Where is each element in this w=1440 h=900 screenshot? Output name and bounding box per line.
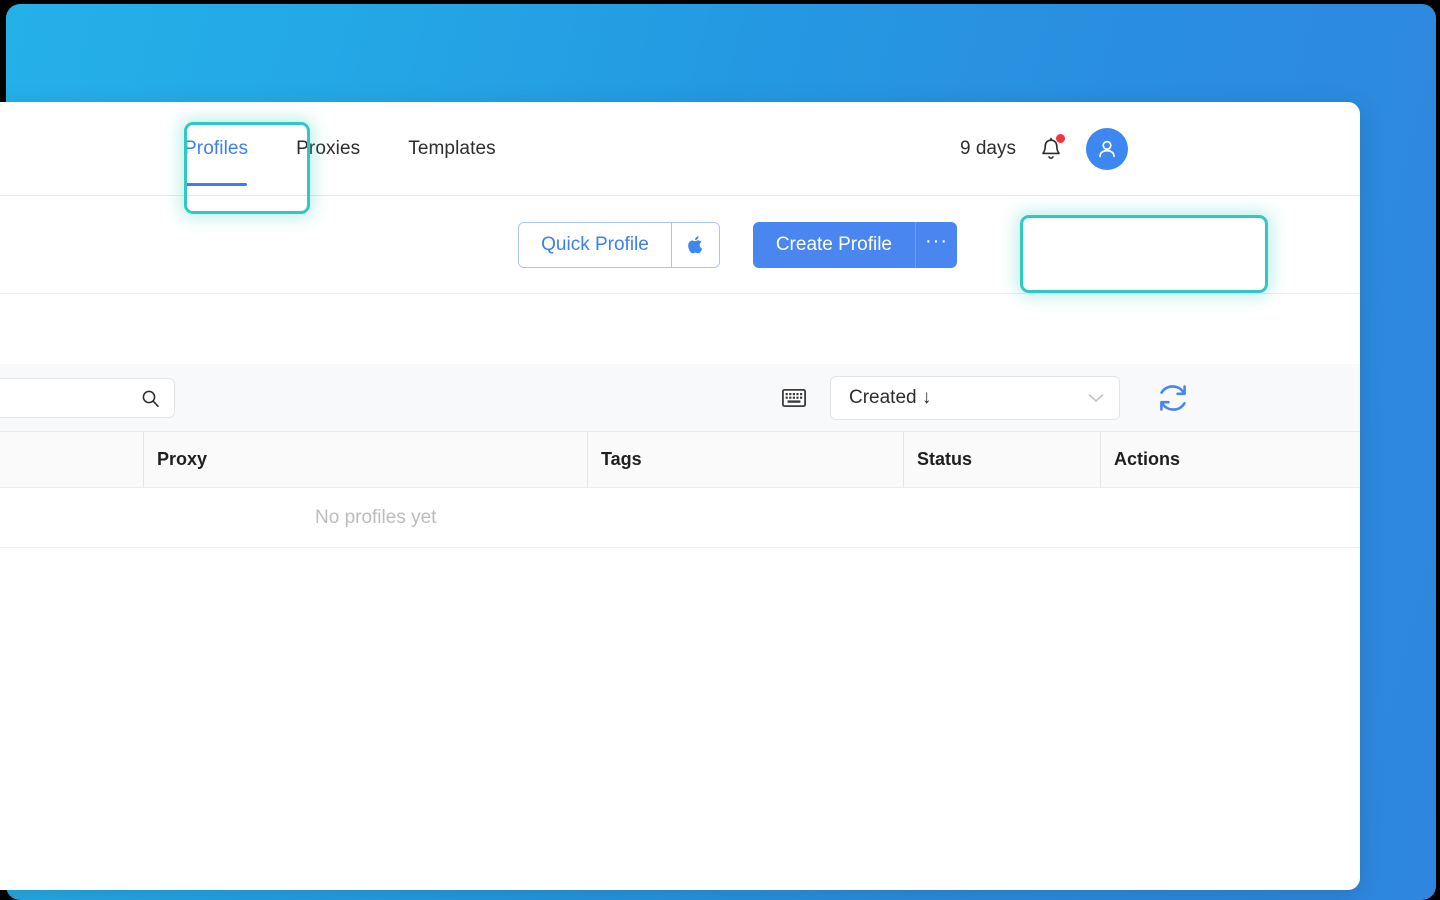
tab-proxies-label: Proxies xyxy=(296,137,361,159)
notification-badge-dot xyxy=(1056,134,1065,143)
table-header-cell-status[interactable]: Status xyxy=(903,432,1100,487)
tag-filter-row: t tags xyxy=(0,294,1360,364)
search-box[interactable] xyxy=(0,378,175,418)
action-button-group: Quick Profile Create Profile ··· xyxy=(518,222,957,268)
table-header-cell-blank xyxy=(0,432,143,487)
table-header: Proxy Tags Status Actions xyxy=(0,432,1360,488)
tab-profiles-label: Profiles xyxy=(184,137,249,159)
empty-state-message: No profiles yet xyxy=(315,506,437,528)
quick-profile-button[interactable]: Quick Profile xyxy=(519,223,671,267)
apple-icon xyxy=(688,236,702,254)
tab-templates-label: Templates xyxy=(408,137,496,159)
sort-select[interactable]: Created ↓ xyxy=(830,376,1120,420)
table-header-cell-actions[interactable]: Actions xyxy=(1100,432,1280,487)
refresh-icon xyxy=(1160,385,1186,411)
table-header-cell-proxy[interactable]: Proxy xyxy=(143,432,587,487)
quick-profile-label: Quick Profile xyxy=(541,234,649,255)
user-avatar-icon xyxy=(1099,140,1115,158)
search-icon[interactable] xyxy=(141,389,160,408)
table-header-cell-tags[interactable]: Tags xyxy=(587,432,903,487)
app-window: Profiles Proxies Templates 9 days Quick … xyxy=(0,102,1360,890)
desktop: Profiles Proxies Templates 9 days Quick … xyxy=(0,0,1440,900)
avatar[interactable] xyxy=(1086,128,1128,170)
refresh-button[interactable] xyxy=(1154,379,1192,417)
action-bar: Quick Profile Create Profile ··· xyxy=(0,196,1360,294)
create-profile-more-label: ··· xyxy=(925,230,948,252)
header-right-group: 9 days xyxy=(960,102,1128,196)
quick-profile-os-button[interactable] xyxy=(670,223,719,267)
filter-bar: Created ↓ xyxy=(0,364,1360,432)
quick-profile-button-group: Quick Profile xyxy=(518,222,720,268)
create-profile-more-button[interactable]: ··· xyxy=(915,222,957,268)
trial-days-label: 9 days xyxy=(960,138,1016,159)
tab-profiles[interactable]: Profiles xyxy=(160,102,272,196)
chevron-down-icon xyxy=(1088,394,1104,402)
notifications-button[interactable] xyxy=(1038,134,1065,164)
create-profile-label: Create Profile xyxy=(775,234,892,255)
app-header: Profiles Proxies Templates 9 days xyxy=(0,102,1360,196)
tab-templates[interactable]: Templates xyxy=(384,102,520,196)
keyboard-icon xyxy=(782,389,806,407)
search-input[interactable] xyxy=(0,388,141,408)
sort-select-value: Created ↓ xyxy=(849,387,932,408)
keyboard-shortcuts-button[interactable] xyxy=(782,389,806,407)
create-profile-button-group: Create Profile ··· xyxy=(752,222,957,268)
tab-bar: Profiles Proxies Templates xyxy=(160,102,520,196)
table-body: No profiles yet xyxy=(0,488,1360,548)
tab-proxies[interactable]: Proxies xyxy=(272,102,384,196)
create-profile-button[interactable]: Create Profile xyxy=(753,222,915,268)
filter-right-group: Created ↓ xyxy=(782,364,1192,432)
